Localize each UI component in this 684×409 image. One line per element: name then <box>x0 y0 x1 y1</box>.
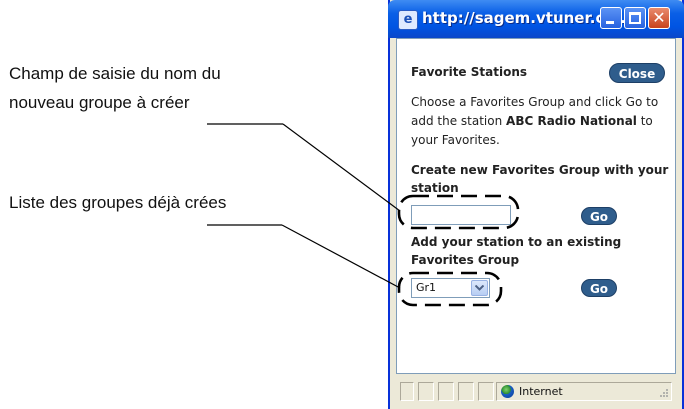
input-highlight-outline <box>397 194 520 230</box>
select-highlight-outline <box>397 271 503 307</box>
input-callout-leader <box>282 123 401 212</box>
list-callout-leader <box>281 224 401 289</box>
annotation-overlay <box>207 123 520 307</box>
